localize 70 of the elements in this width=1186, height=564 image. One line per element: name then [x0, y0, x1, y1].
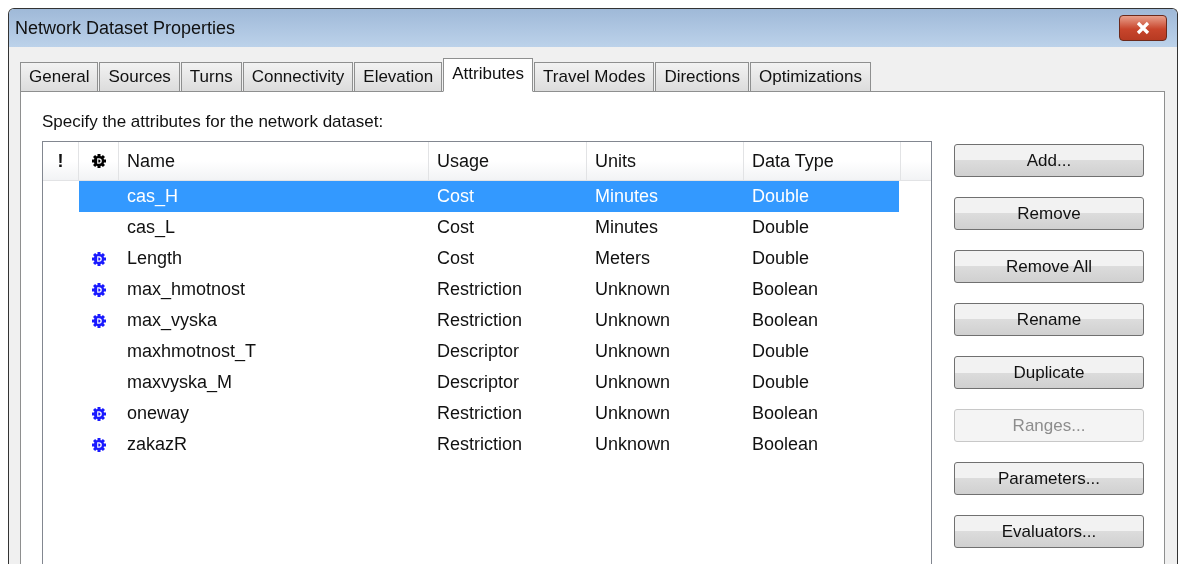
table-cell-text: Minutes — [594, 217, 660, 238]
table-cell-text: Unknown — [594, 372, 672, 393]
table-cell-text: Boolean — [751, 279, 820, 300]
action-button[interactable]: Rename — [954, 303, 1144, 336]
table-cell-text: Unknown — [594, 341, 672, 362]
table-row[interactable]: maxvyska_M Descriptor Unknown Double — [79, 367, 899, 398]
table-row[interactable]: max_hmotnost Restriction Unknown Boolean — [79, 274, 899, 305]
action-button[interactable]: Remove — [954, 197, 1144, 230]
table-cell-text: Minutes — [594, 186, 660, 207]
action-button[interactable]: Add... — [954, 144, 1144, 177]
table-cell-text: cas_H — [126, 186, 180, 207]
table-cell-text: Boolean — [751, 310, 820, 331]
table-cell-text: Cost — [436, 248, 475, 269]
table-cell-text: maxvyska_M — [126, 372, 234, 393]
cog-icon — [91, 154, 106, 168]
tab[interactable]: Elevation — [354, 62, 443, 91]
table-cell-text: oneway — [126, 403, 191, 424]
table-cell-text: Restriction — [436, 310, 524, 331]
table-row[interactable]: zakazR Restriction Unknown Boolean — [79, 429, 899, 460]
table-cell-text: Restriction — [436, 403, 524, 424]
table-cell-text: zakazR — [126, 434, 189, 455]
table-cell-text: Double — [751, 248, 811, 269]
column-header[interactable]: Units — [595, 150, 636, 172]
tab[interactable]: Turns — [180, 62, 242, 91]
table-cell-text: max_vyska — [126, 310, 219, 331]
tab[interactable]: Travel Modes — [534, 62, 655, 91]
table-cell-text: Boolean — [751, 434, 820, 455]
action-button[interactable]: Duplicate — [954, 356, 1144, 389]
table-cell-text: Cost — [436, 186, 475, 207]
action-button[interactable]: Remove All — [954, 250, 1144, 283]
instruction-text: Specify the attributes for the network dataset: — [42, 112, 385, 132]
action-button[interactable]: Parameters... — [954, 462, 1144, 495]
table-cell-text: Restriction — [436, 434, 524, 455]
tab[interactable]: Attributes — [443, 58, 534, 92]
tab[interactable]: General — [20, 62, 99, 91]
table-cell-text: Descriptor — [436, 341, 521, 362]
table-row[interactable]: max_vyska Restriction Unknown Boolean — [79, 305, 899, 336]
table-row[interactable]: oneway Restriction Unknown Boolean — [79, 398, 899, 429]
table-cell-text: Restriction — [436, 279, 524, 300]
table-cell-text: max_hmotnost — [126, 279, 247, 300]
table-cell-text: Cost — [436, 217, 475, 238]
tab[interactable]: Connectivity — [242, 62, 354, 91]
table-cell-text: maxhmotnost_T — [126, 341, 258, 362]
table-cell-text: Double — [751, 341, 811, 362]
table-cell-text: Unknown — [594, 279, 672, 300]
table-cell-text: Meters — [594, 248, 651, 269]
close-button[interactable] — [1119, 15, 1167, 41]
table-cell-text: Double — [751, 186, 811, 207]
column-header[interactable]: Usage — [437, 150, 490, 172]
table-cell-text: Descriptor — [436, 372, 521, 393]
table-cell-text: Boolean — [751, 403, 820, 424]
tab[interactable]: Sources — [99, 62, 180, 91]
table-row[interactable]: maxhmotnost_T Descriptor Unknown Double — [79, 336, 899, 367]
column-header[interactable]: Name — [127, 150, 175, 172]
close-icon — [1135, 21, 1151, 35]
table-cell-text: Unknown — [594, 310, 672, 331]
column-header[interactable]: ! — [57, 150, 64, 172]
table-cell-text: Double — [751, 217, 811, 238]
table-row[interactable]: Length Cost Meters Double — [79, 243, 899, 274]
table-cell-text: Double — [751, 372, 811, 393]
tab[interactable]: Optimizations — [750, 62, 871, 91]
column-header[interactable]: Data Type — [752, 150, 834, 172]
window-title: Network Dataset Properties — [15, 17, 236, 39]
table-cell-text: Length — [126, 248, 184, 269]
table-cell-text: Unknown — [594, 434, 672, 455]
table-row[interactable]: cas_L Cost Minutes Double — [79, 212, 899, 243]
table-cell-text: Unknown — [594, 403, 672, 424]
action-button[interactable]: Evaluators... — [954, 515, 1144, 548]
table-cell-text: cas_L — [126, 217, 177, 238]
tab[interactable]: Directions — [655, 62, 749, 91]
